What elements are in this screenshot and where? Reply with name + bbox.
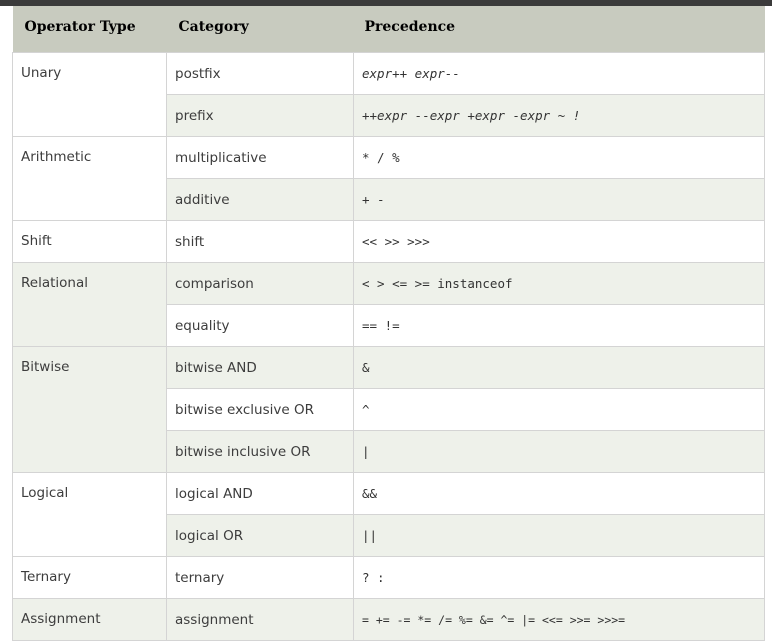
group-arithmetic: Arithmetic multiplicative * / % additive… bbox=[12, 136, 765, 221]
table-row: Bitwise bitwise AND & bbox=[12, 346, 765, 473]
category-cell: assignment bbox=[166, 598, 354, 641]
operator-type-cell: Ternary bbox=[12, 556, 167, 599]
precedence-cell: << >> >>> bbox=[353, 220, 765, 263]
group-assignment: Assignment assignment = += -= *= /= %= &… bbox=[12, 598, 765, 641]
table-row: Shift shift << >> >>> bbox=[12, 220, 765, 263]
operator-type-cell: Unary bbox=[12, 52, 167, 137]
group-bitwise: Bitwise bitwise AND & bitwise exclusive … bbox=[12, 346, 765, 473]
group-shift: Shift shift << >> >>> bbox=[12, 220, 765, 263]
category-cell: bitwise exclusive OR bbox=[166, 388, 354, 431]
precedence-cell: = += -= *= /= %= &= ^= |= <<= >>= >>>= bbox=[353, 598, 765, 641]
precedence-cell: & bbox=[353, 346, 765, 389]
precedence-cell: * / % bbox=[353, 136, 765, 179]
category-cell: postfix bbox=[166, 52, 354, 95]
group-relational: Relational comparison < > <= >= instance… bbox=[12, 262, 765, 347]
header-operator-type: Operator Type bbox=[12, 6, 167, 53]
precedence-cell: ? : bbox=[353, 556, 765, 599]
category-cell: additive bbox=[166, 178, 354, 221]
category-cell: equality bbox=[166, 304, 354, 347]
group-unary: Unary postfix expr++ expr-- prefix ++exp… bbox=[12, 52, 765, 137]
precedence-cell: < > <= >= instanceof bbox=[353, 262, 765, 305]
precedence-cell: ++expr --expr +expr -expr ~ ! bbox=[353, 94, 765, 137]
operator-type-cell: Arithmetic bbox=[12, 136, 167, 221]
group-logical: Logical logical AND && logical OR || bbox=[12, 472, 765, 557]
operator-type-cell: Shift bbox=[12, 220, 167, 263]
category-cell: logical OR bbox=[166, 514, 354, 557]
group-ternary: Ternary ternary ? : bbox=[12, 556, 765, 599]
operator-precedence-table: Operator Type Category Precedence Unary … bbox=[12, 6, 765, 641]
header-precedence: Precedence bbox=[353, 6, 765, 53]
category-cell: bitwise AND bbox=[166, 346, 354, 389]
precedence-cell: + - bbox=[353, 178, 765, 221]
category-cell: shift bbox=[166, 220, 354, 263]
precedence-cell: && bbox=[353, 472, 765, 515]
table-header: Operator Type Category Precedence bbox=[12, 6, 765, 53]
category-cell: multiplicative bbox=[166, 136, 354, 179]
precedence-cell: expr++ expr-- bbox=[353, 52, 765, 95]
category-cell: bitwise inclusive OR bbox=[166, 430, 354, 473]
operator-type-cell: Relational bbox=[12, 262, 167, 347]
operator-type-cell: Logical bbox=[12, 472, 167, 557]
table-row: Unary postfix expr++ expr-- bbox=[12, 52, 765, 137]
header-category: Category bbox=[166, 6, 354, 53]
header-row: Operator Type Category Precedence bbox=[12, 6, 765, 53]
category-cell: ternary bbox=[166, 556, 354, 599]
table-row: Arithmetic multiplicative * / % bbox=[12, 136, 765, 221]
precedence-cell: ^ bbox=[353, 388, 765, 431]
category-cell: comparison bbox=[166, 262, 354, 305]
precedence-cell: == != bbox=[353, 304, 765, 347]
table-row: Ternary ternary ? : bbox=[12, 556, 765, 599]
table-row: Logical logical AND && bbox=[12, 472, 765, 557]
precedence-cell: || bbox=[353, 514, 765, 557]
operator-type-cell: Assignment bbox=[12, 598, 167, 641]
table-row: Assignment assignment = += -= *= /= %= &… bbox=[12, 598, 765, 641]
category-cell: logical AND bbox=[166, 472, 354, 515]
category-cell: prefix bbox=[166, 94, 354, 137]
precedence-cell: | bbox=[353, 430, 765, 473]
operator-type-cell: Bitwise bbox=[12, 346, 167, 473]
table-row: Relational comparison < > <= >= instance… bbox=[12, 262, 765, 347]
